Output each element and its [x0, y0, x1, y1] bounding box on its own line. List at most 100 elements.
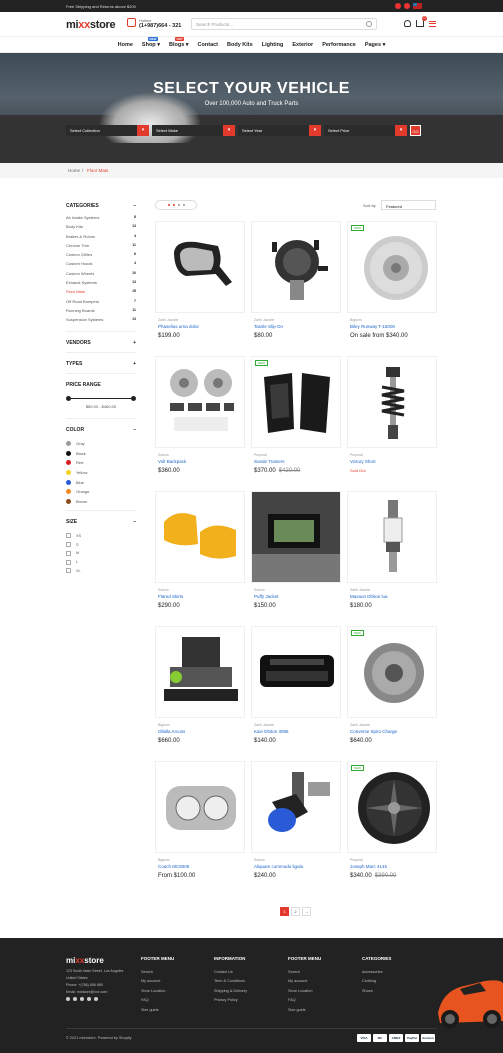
nav-item-home[interactable]: Home	[118, 42, 133, 48]
expand-icon[interactable]: +	[133, 340, 136, 346]
footer-link[interactable]: Term & Conditions	[214, 979, 284, 988]
product-card[interactable]: Soiuns Flared Skirts $290.00	[155, 491, 245, 619]
product-card[interactable]: NEW Proposit Suede Trainers $370.00 $420.00	[251, 356, 341, 484]
nav-item-lighting[interactable]: Lighting	[262, 42, 284, 48]
footer-link[interactable]: Size guide	[288, 1008, 358, 1017]
color-option[interactable]: Red	[66, 458, 136, 468]
phone-number[interactable]: (1+987)664 - 321	[139, 23, 181, 29]
footer-link[interactable]: FAQ	[141, 998, 211, 1007]
color-swatch[interactable]	[66, 440, 71, 446]
color-heading[interactable]: COLOR –	[66, 427, 136, 433]
color-option[interactable]: Brown	[66, 497, 136, 507]
nav-item-performance[interactable]: Performance	[322, 42, 356, 48]
product-vendor[interactable]: Soiuns	[254, 588, 265, 592]
footer-link[interactable]: Search	[288, 970, 358, 979]
collapse-icon[interactable]: –	[133, 203, 136, 209]
currency-flag-icon[interactable]	[413, 3, 422, 9]
color-swatch[interactable]	[66, 469, 71, 475]
price-min-handle[interactable]	[66, 395, 71, 401]
size-checkbox[interactable]	[66, 568, 71, 574]
facebook-icon[interactable]	[66, 997, 70, 1001]
price-slider[interactable]	[66, 394, 136, 404]
sort-select[interactable]: Featured	[381, 200, 436, 210]
category-item[interactable]: Custom Hoods 4	[66, 261, 136, 270]
product-vendor[interactable]: Bigsom	[350, 318, 362, 322]
pinterest-icon[interactable]	[404, 3, 410, 9]
product-card[interactable]: NEW Bigsom Biley Runway T-15000 On sale fro…	[347, 221, 437, 349]
instagram-icon[interactable]	[395, 3, 401, 9]
footer-logo[interactable]: mixxstore	[66, 956, 104, 965]
color-swatch[interactable]	[66, 479, 71, 485]
footer-link[interactable]: Privacy Policy	[214, 998, 284, 1007]
size-checkbox[interactable]	[66, 550, 71, 556]
product-vendor[interactable]: Soiuns	[254, 858, 265, 862]
color-swatch[interactable]	[66, 450, 71, 456]
product-title[interactable]: Puffy Jacket	[254, 594, 278, 599]
nav-item-body-kits[interactable]: Body Kits	[227, 42, 253, 48]
collapse-icon[interactable]: –	[133, 519, 136, 525]
category-item[interactable]: Brakes & Rotors 4	[66, 234, 136, 243]
product-title[interactable]: Suede Trainers	[254, 459, 285, 464]
product-vendor[interactable]: Zahir Jacobe	[254, 318, 274, 322]
category-item[interactable]: Suspension Systems 13	[66, 317, 136, 326]
product-title[interactable]: Tassle Slip-On	[254, 324, 283, 329]
grid-2-icon[interactable]	[167, 204, 170, 206]
product-title[interactable]: Maxaon Dhiton lua	[350, 594, 388, 599]
instagram-icon[interactable]	[87, 997, 91, 1001]
cart-icon[interactable]: 0	[416, 16, 427, 27]
nav-item-exterior[interactable]: Exterior	[292, 42, 313, 48]
category-item[interactable]: Running Boards 11	[66, 308, 136, 317]
footer-link[interactable]: Accessories	[362, 970, 432, 979]
color-swatch[interactable]	[66, 460, 71, 466]
categories-heading[interactable]: CATEGORIES –	[66, 203, 136, 209]
product-image[interactable]	[155, 356, 245, 448]
size-option[interactable]: XS	[66, 531, 136, 540]
page-1[interactable]: 1	[280, 907, 289, 916]
nav-item-shop[interactable]: Shop NEW ▾	[142, 37, 160, 48]
product-card[interactable]: Zahir Jacobe Phaselius urna dolor $199.00	[155, 221, 245, 349]
footer-link[interactable]: Contact Us	[214, 970, 284, 979]
category-item[interactable]: Chrome Trim 11	[66, 243, 136, 252]
size-heading[interactable]: SIZE –	[66, 519, 136, 525]
search-go-button[interactable]: GO	[410, 125, 421, 136]
category-item[interactable]: Exhaust Systems 13	[66, 280, 136, 289]
category-item[interactable]: Custom Wheels 10	[66, 271, 136, 280]
types-heading[interactable]: TYPES +	[66, 361, 136, 367]
footer-link[interactable]: FAQ	[288, 998, 358, 1007]
product-image[interactable]	[251, 491, 341, 583]
product-card[interactable]: Soiuns Aliquam commodo ligula $240.00	[251, 761, 341, 889]
product-image[interactable]: NEW	[347, 626, 437, 718]
footer-link[interactable]: Search	[141, 970, 211, 979]
logo[interactable]: mixxstore	[66, 19, 116, 31]
nav-item-contact[interactable]: Contact	[198, 42, 218, 48]
product-image[interactable]	[155, 221, 245, 313]
product-card[interactable]: Zahir Jacobe Kain Dhiton 3086 $140.00	[251, 626, 341, 754]
twitter-icon[interactable]	[73, 997, 77, 1001]
size-checkbox[interactable]	[66, 559, 71, 565]
footer-link[interactable]: My account	[141, 979, 211, 988]
list-icon[interactable]	[182, 204, 185, 206]
product-title[interactable]: Kain Dhiton 3086	[254, 729, 289, 734]
product-title[interactable]: Coach MC6005	[158, 864, 189, 869]
footer-link[interactable]: Size guide	[141, 1008, 211, 1017]
product-vendor[interactable]: Proposit	[350, 453, 363, 457]
product-image[interactable]	[251, 626, 341, 718]
nav-item-blogs[interactable]: Blogs HOT ▾	[169, 37, 189, 48]
product-vendor[interactable]: Zahir Jacobe	[350, 723, 370, 727]
expand-icon[interactable]: +	[133, 361, 136, 367]
search-input[interactable]: Search Products...	[191, 18, 377, 30]
product-vendor[interactable]: Zahir Jacobe	[158, 318, 178, 322]
nav-item-pages[interactable]: Pages ▾	[365, 42, 386, 48]
product-vendor[interactable]: Soiuns	[158, 588, 169, 592]
product-title[interactable]: Aliquam commodo ligula	[254, 864, 303, 869]
collapse-icon[interactable]: –	[133, 427, 136, 433]
product-title[interactable]: Victory Short	[350, 459, 376, 464]
size-checkbox[interactable]	[66, 542, 71, 548]
color-swatch[interactable]	[66, 489, 71, 495]
price-max-handle[interactable]	[131, 395, 136, 401]
footer-link[interactable]: My account	[288, 979, 358, 988]
product-vendor[interactable]: Soiuns	[158, 453, 169, 457]
grid-4-icon[interactable]	[177, 204, 180, 206]
vehicle-select-3[interactable]: Select Price ▾	[324, 125, 407, 136]
product-image[interactable]	[347, 356, 437, 448]
